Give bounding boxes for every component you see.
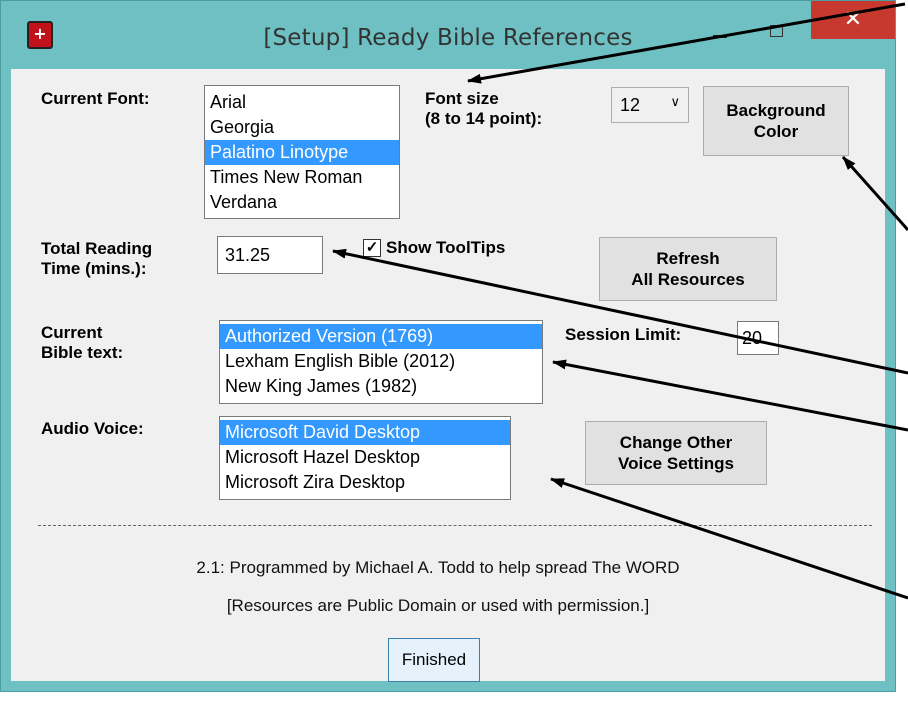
reading-time-label-line2: Time (mins.): [41,259,147,278]
font-option[interactable]: Arial [205,90,399,115]
refresh-resources-button[interactable]: Refresh All Resources [599,237,777,301]
client-area: Current Font: Arial Georgia Palatino Lin… [11,69,885,681]
background-color-button[interactable]: Background Color [703,86,849,156]
font-size-label-line1: Font size [425,89,499,108]
title-bar[interactable]: + [Setup] Ready Bible References ✕ [1,1,895,69]
bible-text-option[interactable]: Lexham English Bible (2012) [220,349,542,374]
permission-line: [Resources are Public Domain or used wit… [226,596,650,615]
bible-text-label: Current Bible text: [41,323,123,363]
audio-voice-option-selected[interactable]: Microsoft David Desktop [220,420,510,445]
window-title: [Setup] Ready Bible References [263,25,633,51]
font-option[interactable]: Verdana [205,190,399,215]
audio-voice-label: Audio Voice: [41,419,144,438]
font-option[interactable]: Times New Roman [205,165,399,190]
font-size-dropdown[interactable]: 12 ∨ [611,87,689,123]
reading-time-label: Total Reading Time (mins.): [41,239,152,279]
voice-settings-button-line1: Change Other [619,433,733,452]
font-option-selected[interactable]: Palatino Linotype [205,140,399,165]
audio-voice-option[interactable]: Microsoft Zira Desktop [220,470,510,495]
show-tooltips-checkbox[interactable]: ✓ [363,239,381,257]
refresh-button-line1: Refresh [656,249,720,268]
bible-text-label-line1: Current [41,323,103,342]
bible-text-label-line2: Bible text: [41,343,124,362]
voice-settings-button-line2: Voice Settings [618,454,734,473]
finished-button[interactable]: Finished [388,638,480,682]
chevron-down-icon: ∨ [670,94,680,109]
reading-time-input[interactable]: 31.25 [217,236,323,274]
reading-time-label-line1: Total Reading [41,239,153,258]
font-listbox[interactable]: Arial Georgia Palatino Linotype Times Ne… [204,85,400,219]
font-size-value: 12 [620,95,641,115]
background-color-button-line1: Background [726,101,826,120]
credit-line: 2.1: Programmed by Michael A. Todd to he… [196,558,680,577]
font-size-label: Font size (8 to 14 point): [425,89,542,129]
background-color-button-line2: Color [753,122,799,141]
bible-text-listbox[interactable]: Authorized Version (1769) Lexham English… [219,320,543,404]
change-voice-settings-button[interactable]: Change Other Voice Settings [585,421,767,485]
setup-window: + [Setup] Ready Bible References ✕ Curre… [0,0,896,692]
font-size-label-line2: (8 to 14 point): [425,109,543,128]
audio-voice-option[interactable]: Microsoft Hazel Desktop [220,445,510,470]
dashed-separator [38,525,872,526]
font-option[interactable]: Georgia [205,115,399,140]
session-limit-label: Session Limit: [565,325,682,344]
audio-voice-listbox[interactable]: Microsoft David Desktop Microsoft Hazel … [219,416,511,500]
close-button[interactable]: ✕ [811,1,895,39]
bible-text-option[interactable]: New King James (1982) [220,374,542,399]
current-font-label: Current Font: [41,89,150,108]
session-limit-input[interactable]: 20 [737,321,779,355]
show-tooltips-label[interactable]: Show ToolTips [386,238,505,258]
bible-text-option-selected[interactable]: Authorized Version (1769) [220,324,542,349]
maximize-button[interactable] [766,23,786,41]
refresh-button-line2: All Resources [631,270,745,289]
minimize-button[interactable] [707,23,731,43]
